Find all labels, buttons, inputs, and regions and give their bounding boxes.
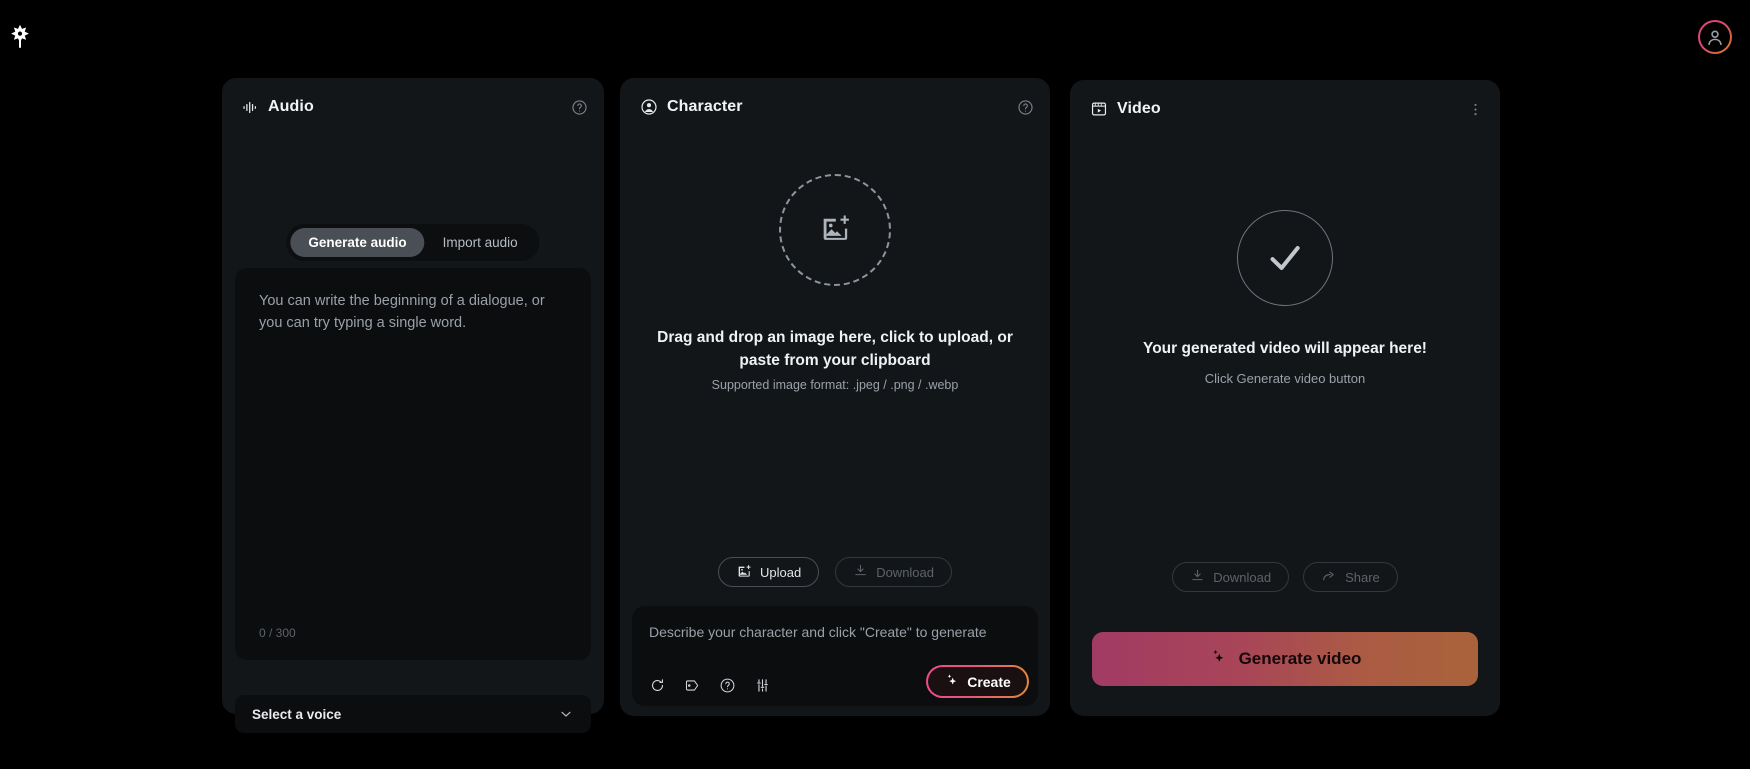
tag-icon[interactable] [684, 677, 701, 694]
help-circle-icon[interactable] [1017, 99, 1034, 116]
audio-input-placeholder: You can write the beginning of a dialogu… [259, 293, 545, 331]
video-download-label: Download [1213, 569, 1272, 585]
video-empty-subtitle: Click Generate video button [1204, 371, 1366, 386]
user-avatar-icon [1699, 21, 1731, 53]
tab-generate-audio[interactable]: Generate audio [290, 228, 425, 257]
more-vertical-icon[interactable] [1467, 101, 1484, 118]
share-icon [1321, 568, 1337, 587]
download-icon [853, 563, 868, 581]
check-circle-icon [1237, 210, 1333, 306]
video-share-label: Share [1345, 569, 1380, 585]
upload-button-label: Upload [759, 564, 802, 580]
refresh-icon[interactable] [649, 677, 666, 694]
image-dropzone[interactable]: Drag and drop an image here, click to up… [620, 174, 1050, 392]
dropzone-subtitle: Supported image format: .jpeg / .png / .… [711, 378, 959, 392]
dropzone-title: Drag and drop an image here, click to up… [657, 329, 1013, 369]
audio-panel-title: Audio [268, 98, 314, 115]
user-circle-icon [640, 98, 658, 116]
video-download-button[interactable]: Download [1172, 562, 1290, 592]
snowflake-logo[interactable] [5, 22, 35, 52]
video-panel: Video Your generated video will appear h… [1070, 80, 1500, 716]
video-empty-state: Your generated video will appear here! C… [1070, 210, 1500, 386]
sliders-icon[interactable] [754, 677, 771, 694]
top-bar [0, 0, 1750, 76]
audio-waveform-icon [242, 99, 259, 116]
generate-video-button[interactable]: Generate video [1092, 632, 1478, 686]
dropzone-circle [779, 174, 891, 286]
video-panel-title: Video [1117, 100, 1161, 117]
audio-char-count: 0 / 300 [259, 626, 296, 640]
character-prompt-box[interactable]: Describe your character and click "Creat… [632, 606, 1038, 706]
video-share-button[interactable]: Share [1303, 562, 1398, 592]
audio-mode-tabs: Generate audio Import audio [286, 224, 540, 261]
avatar[interactable] [1698, 20, 1732, 54]
create-button-label: Create [967, 673, 1011, 690]
video-empty-title: Your generated video will appear here! [1143, 340, 1427, 357]
audio-text-input[interactable]: You can write the beginning of a dialogu… [235, 268, 591, 660]
download-icon [1190, 568, 1205, 586]
character-download-label: Download [876, 564, 935, 580]
help-circle-icon[interactable] [719, 677, 736, 694]
prompt-tools [649, 677, 771, 694]
audio-panel-header: Audio [242, 95, 588, 119]
character-prompt-placeholder: Describe your character and click "Creat… [649, 624, 987, 640]
help-circle-icon[interactable] [571, 99, 588, 116]
chevron-down-icon [558, 706, 574, 722]
generate-video-label: Generate video [1238, 649, 1362, 668]
character-panel: Character Drag and drop an image here, c… [620, 78, 1050, 716]
create-button[interactable]: Create [926, 665, 1029, 698]
character-panel-title: Character [667, 98, 743, 115]
sparkles-icon [1209, 647, 1228, 671]
video-panel-header: Video [1090, 97, 1484, 121]
sparkles-icon [944, 672, 960, 691]
character-actions: Upload Download [620, 557, 1050, 587]
image-add-icon [818, 211, 852, 250]
voice-select[interactable]: Select a voice [235, 695, 591, 733]
character-panel-header: Character [640, 95, 1034, 119]
character-download-button[interactable]: Download [835, 557, 953, 587]
upload-button[interactable]: Upload [717, 557, 820, 587]
video-actions: Download Share [1070, 562, 1500, 592]
voice-select-value: Select a voice [252, 706, 342, 722]
tab-import-audio[interactable]: Import audio [425, 228, 536, 257]
image-add-icon [736, 563, 752, 582]
video-clapperboard-icon [1090, 100, 1108, 118]
audio-panel: Audio Generate audio Import audio You ca… [222, 78, 604, 733]
